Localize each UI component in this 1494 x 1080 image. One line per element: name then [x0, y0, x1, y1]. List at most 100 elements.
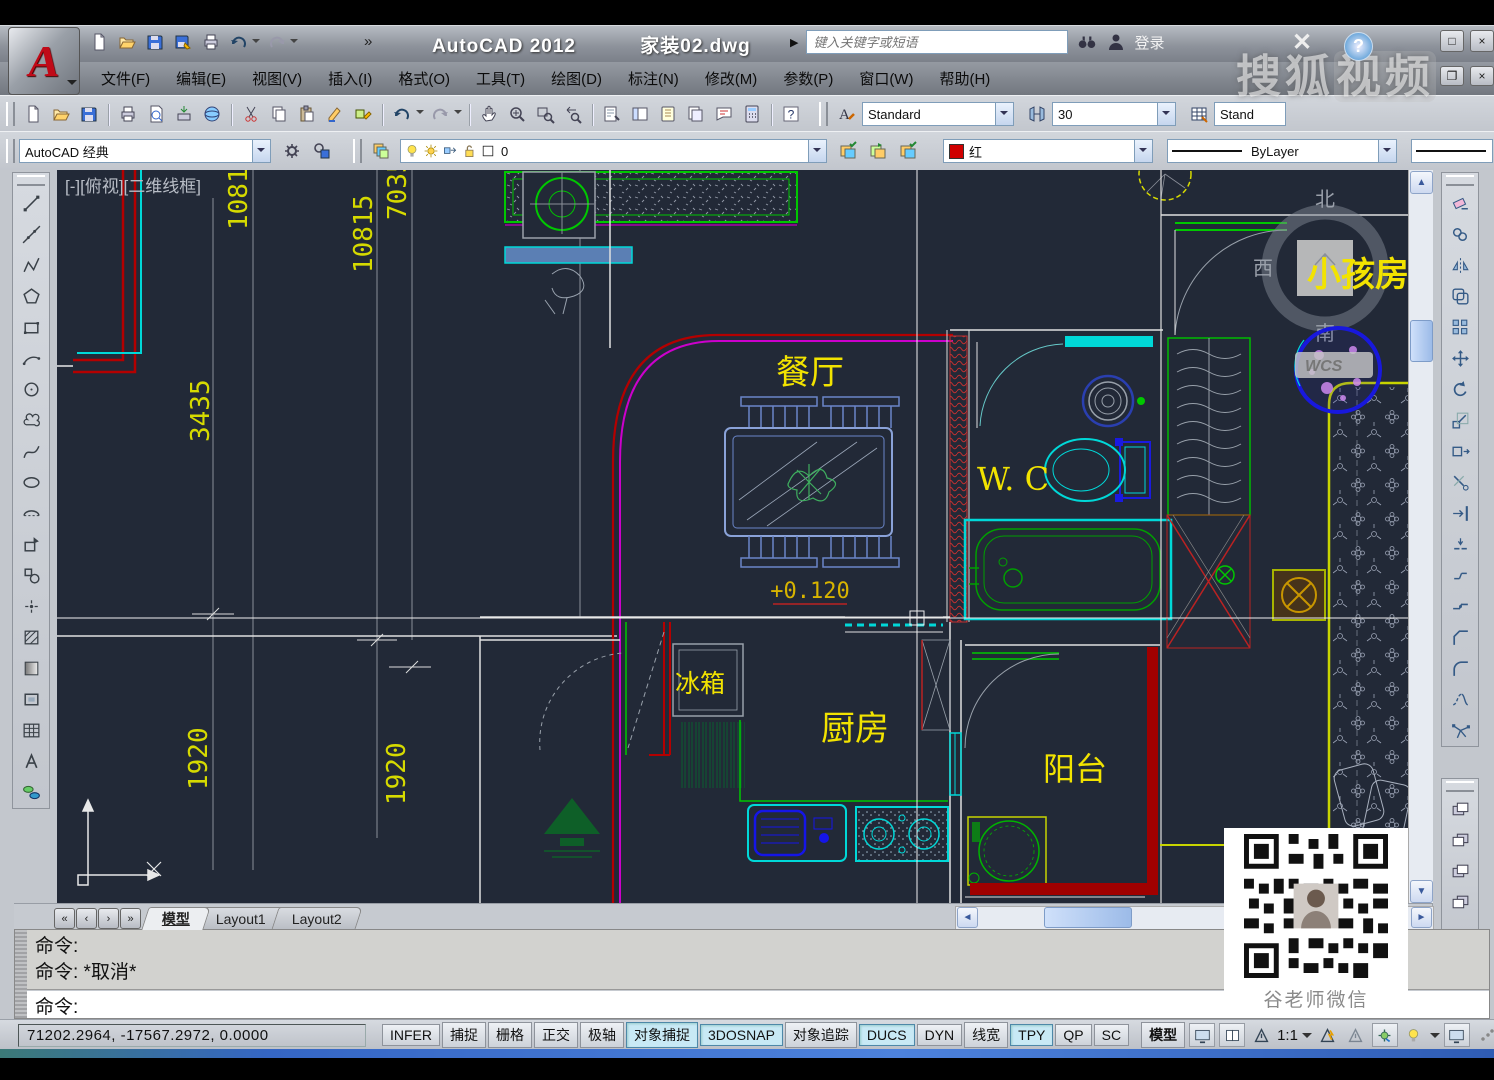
viewport-controls-label[interactable]: [-][俯视][二维线框] [65, 177, 201, 196]
doc-close-button[interactable]: × [1470, 66, 1494, 86]
qat-plot-icon[interactable] [198, 29, 224, 55]
layer-freeze-sun-icon[interactable] [423, 143, 439, 159]
save-icon[interactable] [75, 100, 103, 128]
menu-item[interactable]: 绘图(D) [538, 68, 615, 89]
menu-item[interactable]: 格式(O) [385, 68, 463, 89]
send-below-icon[interactable] [1444, 887, 1476, 918]
save-workspace-icon[interactable] [307, 136, 337, 166]
bring-to-front-icon[interactable] [1444, 794, 1476, 825]
line-icon[interactable] [15, 188, 47, 219]
move-icon[interactable] [1444, 343, 1476, 374]
chevron-down-icon[interactable] [808, 140, 826, 162]
chevron-down-icon[interactable] [1302, 1033, 1312, 1043]
sheet-set-icon[interactable] [682, 100, 710, 128]
toolbar-grip[interactable] [353, 139, 362, 163]
maximize-button[interactable]: □ [1440, 30, 1464, 52]
search-binoculars-icon[interactable] [1076, 31, 1098, 53]
new-icon[interactable] [19, 100, 47, 128]
color-combo[interactable]: 红 [943, 139, 1153, 163]
annotation-visibility-icon[interactable] [1316, 1024, 1340, 1046]
search-expand-icon[interactable]: ▶ [790, 36, 798, 49]
toolbar-grip[interactable] [6, 139, 15, 163]
text-style-icon[interactable] [832, 99, 862, 129]
scroll-down-button[interactable]: ▼ [1410, 880, 1433, 903]
lineweight-combo[interactable] [1411, 139, 1493, 163]
annotation-scale-icon[interactable] [1249, 1024, 1273, 1046]
text-style-combo[interactable]: Standard [862, 102, 1014, 126]
layer-vp-freeze-icon[interactable] [442, 143, 458, 159]
menu-item[interactable]: 窗口(W) [846, 68, 926, 89]
qat-undo-icon[interactable] [226, 29, 252, 55]
layer-combo[interactable]: 0 [400, 139, 827, 163]
dim-style-icon[interactable] [1022, 99, 1052, 129]
tab-nav-button[interactable]: ‹ [76, 908, 97, 929]
zoom-window-icon[interactable] [531, 100, 559, 128]
doc-restore-button[interactable]: ❐ [1440, 66, 1464, 86]
publish-icon[interactable] [170, 100, 198, 128]
layout-tab[interactable]: Layout2 [271, 907, 362, 930]
login-link[interactable]: 登录 [1134, 32, 1164, 53]
scroll-thumb[interactable] [1044, 907, 1132, 928]
join-icon[interactable] [1444, 591, 1476, 622]
copy-object-icon[interactable] [1444, 219, 1476, 250]
dim-style-combo[interactable]: 30 [1052, 102, 1176, 126]
chevron-down-icon[interactable] [1134, 140, 1152, 162]
resize-grip[interactable] [1480, 1028, 1494, 1042]
menu-item[interactable]: 标注(N) [615, 68, 692, 89]
open-icon[interactable] [47, 100, 75, 128]
toolbar-grip[interactable] [1446, 175, 1474, 186]
ellipse-icon[interactable] [15, 467, 47, 498]
annotation-scale-value[interactable]: 1:1 [1277, 1027, 1298, 1044]
markup-icon[interactable] [710, 100, 738, 128]
linetype-combo[interactable]: ByLayer [1167, 139, 1397, 163]
viewcube-west-label[interactable]: 西 [1253, 258, 1273, 280]
scale-icon[interactable] [1444, 405, 1476, 436]
break-at-point-icon[interactable] [1444, 529, 1476, 560]
status-toggle[interactable]: 对象追踪 [785, 1022, 857, 1048]
fillet-icon[interactable] [1444, 653, 1476, 684]
break-icon[interactable] [1444, 560, 1476, 591]
wipeout-icon[interactable] [15, 777, 47, 808]
status-toggle[interactable]: QP [1055, 1024, 1091, 1046]
qat-open-icon[interactable] [114, 29, 140, 55]
tool-palettes-icon[interactable] [654, 100, 682, 128]
qat-redo-icon[interactable] [264, 29, 290, 55]
status-toggle[interactable]: 捕捉 [442, 1022, 486, 1048]
qat-saveas-icon[interactable] [170, 29, 196, 55]
model-space-button[interactable]: 模型 [1141, 1022, 1185, 1048]
extend-icon[interactable] [1444, 498, 1476, 529]
canvas-vertical-scrollbar[interactable]: ▲ ▼ [1408, 170, 1433, 903]
drawing-canvas[interactable]: 北 西 南 WCS 10815 3435 1920 10815 7035 192… [57, 170, 1408, 903]
designcenter-icon[interactable] [626, 100, 654, 128]
qat-save-icon[interactable] [142, 29, 168, 55]
redo-icon[interactable] [426, 100, 454, 128]
workspace-switching-icon[interactable] [1372, 1023, 1398, 1047]
blend-icon[interactable] [1444, 684, 1476, 715]
autocad-logo-button[interactable]: A [8, 27, 80, 95]
region-icon[interactable] [15, 684, 47, 715]
menu-item[interactable]: 视图(V) [239, 68, 315, 89]
menu-item[interactable]: 修改(M) [692, 68, 771, 89]
command-window-grip[interactable] [15, 930, 27, 1018]
revcloud-icon[interactable] [15, 405, 47, 436]
toolbar-grip[interactable] [17, 175, 45, 186]
scroll-left-button[interactable]: ◄ [957, 907, 978, 928]
arc-icon[interactable] [15, 343, 47, 374]
chevron-down-icon[interactable] [995, 103, 1013, 125]
status-toggle[interactable]: 正交 [534, 1022, 578, 1048]
status-toggle[interactable]: 线宽 [964, 1022, 1008, 1048]
construction-line-icon[interactable] [15, 219, 47, 250]
status-menu-chevron-icon[interactable] [1430, 1033, 1440, 1043]
chevron-down-icon[interactable] [1378, 140, 1396, 162]
rectangle-icon[interactable] [15, 312, 47, 343]
chevron-down-icon[interactable] [1157, 103, 1175, 125]
undo-icon[interactable] [388, 100, 416, 128]
zoom-previous-icon[interactable] [559, 100, 587, 128]
status-toggle[interactable]: DYN [917, 1024, 963, 1046]
layer-isolate-icon[interactable] [893, 136, 923, 166]
status-toggle[interactable]: 3DOSNAP [700, 1024, 783, 1046]
menu-item[interactable]: 帮助(H) [926, 68, 1003, 89]
tab-nav-button[interactable]: » [120, 908, 141, 929]
offset-icon[interactable] [1444, 281, 1476, 312]
qat-overflow-button[interactable]: » [364, 33, 372, 50]
